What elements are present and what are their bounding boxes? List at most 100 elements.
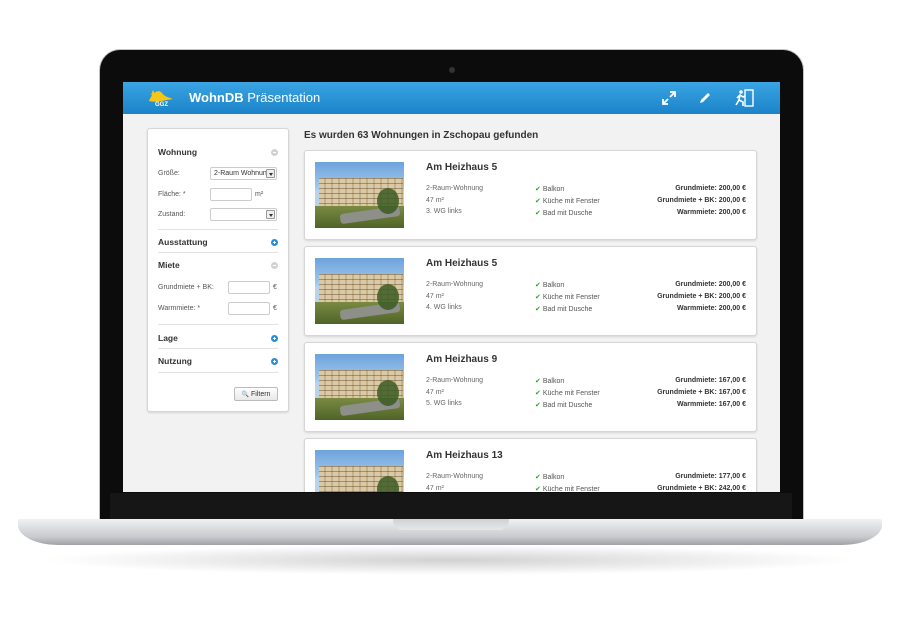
section-nutzung[interactable]: Nutzung [158, 356, 278, 366]
section-wohnung-label: Wohnung [158, 147, 198, 157]
camera [449, 67, 455, 73]
feature-item: ✔ Küche mit Fenster [535, 293, 600, 301]
apartment-card[interactable]: Am Heizhaus 9 2-Raum-Wohnung 47 m² 5. WG… [304, 342, 757, 432]
apartment-name[interactable]: Am Heizhaus 9 [426, 354, 497, 365]
grundmiete-currency: € [273, 284, 277, 291]
laptop-notch [393, 519, 509, 530]
apartment-card[interactable]: Am Heizhaus 5 2-Raum-Wohnung 47 m² 3. WG… [304, 150, 757, 240]
apartment-type: 2-Raum-Wohnung [426, 281, 484, 288]
flaeche-unit: m² [255, 191, 264, 198]
exit-icon[interactable] [734, 88, 754, 108]
feature-item: ✔ Bad mit Dusche [535, 401, 593, 409]
header-bar: GGZ WohnDB Präsentation [123, 82, 780, 114]
edit-icon[interactable] [695, 88, 715, 108]
section-miete-label: Miete [158, 260, 180, 270]
apartment-floor: 4. WG links [426, 304, 462, 311]
price-warmmiete: Warmmiete: 200,00 € [677, 209, 746, 216]
expand-ausstattung-icon[interactable] [271, 239, 278, 246]
app-title-bold: WohnDB [189, 90, 244, 105]
results-title: Es wurden 63 Wohnungen in Zschopau gefun… [304, 130, 539, 141]
divider [158, 252, 278, 253]
feature-item: ✔ Balkon [535, 473, 565, 481]
check-icon: ✔ [535, 377, 541, 385]
apartment-name[interactable]: Am Heizhaus 5 [426, 258, 497, 269]
apartment-name[interactable]: Am Heizhaus 13 [426, 450, 503, 461]
section-miete[interactable]: Miete [158, 260, 278, 270]
collapse-wohnung-icon[interactable] [271, 149, 278, 156]
check-icon: ✔ [535, 293, 541, 301]
ggz-logo[interactable]: GGZ [147, 87, 175, 111]
price-warmmiete: Warmmiete: 200,00 € [677, 305, 746, 312]
feature-item: ✔ Küche mit Fenster [535, 485, 600, 492]
laptop-hinge [110, 493, 792, 519]
price-grundmiete: Grundmiete: 200,00 € [675, 281, 746, 288]
apartment-area: 47 m² [426, 293, 444, 300]
check-icon: ✔ [535, 185, 541, 193]
feature-item: ✔ Balkon [535, 185, 565, 193]
fullscreen-icon[interactable] [659, 88, 679, 108]
apartment-name[interactable]: Am Heizhaus 5 [426, 162, 497, 173]
check-icon: ✔ [535, 197, 541, 205]
check-icon: ✔ [535, 473, 541, 481]
filter-button[interactable]: 🔍 Filtern [234, 387, 278, 401]
app-screen: GGZ WohnDB Präsentation Wohnung Größe: 2… [123, 82, 780, 492]
flaeche-label: Fläche: * [158, 191, 186, 198]
laptop-shadow [40, 545, 860, 575]
flaeche-input[interactable] [210, 188, 252, 201]
feature-item: ✔ Küche mit Fenster [535, 389, 600, 397]
price-warmmiete: Warmmiete: 167,00 € [677, 401, 746, 408]
apartment-photo [315, 162, 404, 228]
check-icon: ✔ [535, 305, 541, 313]
price-grundmiete: Grundmiete: 200,00 € [675, 185, 746, 192]
section-nutzung-label: Nutzung [158, 356, 192, 366]
feature-item: ✔ Bad mit Dusche [535, 305, 593, 313]
price-grundmiete: Grundmiete: 167,00 € [675, 377, 746, 384]
app-title-rest: Präsentation [243, 90, 321, 105]
zustand-label: Zustand: [158, 211, 186, 218]
groesse-label: Größe: [158, 170, 180, 177]
section-ausstattung-label: Ausstattung [158, 237, 208, 247]
apartment-type: 2-Raum-Wohnung [426, 377, 484, 384]
feature-item: ✔ Bad mit Dusche [535, 209, 593, 217]
divider [158, 372, 278, 373]
section-lage[interactable]: Lage [158, 333, 278, 343]
app-title: WohnDB Präsentation [189, 90, 320, 105]
warmmiete-input[interactable] [228, 302, 270, 315]
search-icon: 🔍 [241, 391, 250, 398]
expand-lage-icon[interactable] [271, 335, 278, 342]
price-grundmiete-bk: Grundmiete + BK: 167,00 € [657, 389, 746, 396]
feature-item: ✔ Balkon [535, 281, 565, 289]
apartment-area: 47 m² [426, 389, 444, 396]
grundmiete-label: Grundmiete + BK: [158, 284, 214, 291]
apartment-card[interactable]: Am Heizhaus 13 2-Raum-Wohnung 47 m² ✔ Bal… [304, 438, 757, 492]
apartment-floor: 5. WG links [426, 400, 462, 407]
check-icon: ✔ [535, 485, 541, 492]
groesse-select[interactable]: 2-Raum Wohnung [210, 167, 277, 180]
apartment-photo [315, 258, 404, 324]
filter-button-label: Filtern [250, 391, 271, 398]
feature-item: ✔ Küche mit Fenster [535, 197, 600, 205]
apartment-card[interactable]: Am Heizhaus 5 2-Raum-Wohnung 47 m² 4. WG… [304, 246, 757, 336]
apartment-area: 47 m² [426, 485, 444, 492]
price-grundmiete-bk: Grundmiete + BK: 242,00 € [657, 485, 746, 492]
expand-nutzung-icon[interactable] [271, 358, 278, 365]
section-ausstattung[interactable]: Ausstattung [158, 237, 278, 247]
apartment-type: 2-Raum-Wohnung [426, 473, 484, 480]
price-grundmiete-bk: Grundmiete + BK: 200,00 € [657, 293, 746, 300]
price-grundmiete: Grundmiete: 177,00 € [675, 473, 746, 480]
grundmiete-input[interactable] [228, 281, 270, 294]
collapse-miete-icon[interactable] [271, 262, 278, 269]
divider [158, 348, 278, 349]
apartment-area: 47 m² [426, 197, 444, 204]
divider [158, 324, 278, 325]
feature-item: ✔ Balkon [535, 377, 565, 385]
chevron-down-icon [266, 169, 275, 178]
logo-text: GGZ [155, 102, 168, 108]
section-wohnung[interactable]: Wohnung [158, 147, 278, 157]
check-icon: ✔ [535, 389, 541, 397]
zustand-select[interactable] [210, 208, 277, 221]
check-icon: ✔ [535, 401, 541, 409]
apartment-floor: 3. WG links [426, 208, 462, 215]
price-grundmiete-bk: Grundmiete + BK: 200,00 € [657, 197, 746, 204]
filter-panel: Wohnung Größe: 2-Raum Wohnung Fläche: * … [147, 128, 289, 412]
